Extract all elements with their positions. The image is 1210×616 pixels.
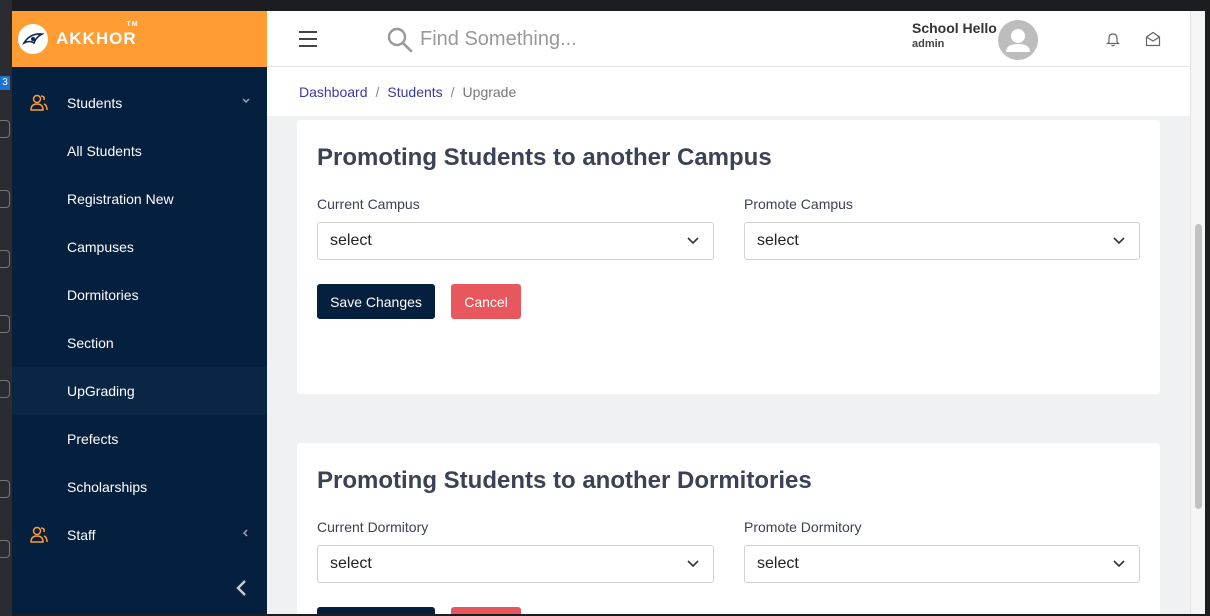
- sidebar-item-label: UpGrading: [67, 383, 135, 399]
- users-icon: [30, 94, 48, 111]
- desktop-icon: [0, 480, 10, 498]
- current-campus-select[interactable]: select: [317, 222, 714, 260]
- sidebar-nav: Students All Students Registration New C…: [12, 79, 267, 559]
- breadcrumb-separator: /: [375, 83, 380, 100]
- promote-dormitory-label: Promote Dormitory: [744, 519, 862, 535]
- sidebar-item-label: Section: [67, 335, 114, 351]
- select-value: select: [330, 555, 372, 572]
- card-title: Promoting Students to another Dormitorie…: [317, 467, 812, 494]
- sidebar-item-campuses[interactable]: Campuses: [12, 223, 267, 271]
- users-icon: [30, 526, 48, 543]
- breadcrumb-current: Upgrade: [462, 83, 517, 100]
- breadcrumb-students-link[interactable]: Students: [387, 84, 442, 100]
- trademark: TM: [126, 21, 139, 28]
- chevron-down-icon: [687, 560, 699, 568]
- search-input[interactable]: [420, 25, 720, 53]
- promote-dormitory-select[interactable]: select: [744, 545, 1140, 583]
- desktop-badge: 3: [0, 76, 10, 90]
- sidebar-item-students[interactable]: Students: [12, 79, 267, 127]
- sidebar-item-dormitories[interactable]: Dormitories: [12, 271, 267, 319]
- desktop-icon: [0, 120, 10, 138]
- sidebar-item-label: Campuses: [67, 239, 134, 255]
- desktop-edge: 3: [0, 0, 12, 616]
- sidebar: AKKHOR TM Students All Students Registrat…: [12, 11, 267, 614]
- scrollbar-thumb[interactable]: [1195, 224, 1202, 509]
- user-role: admin: [912, 38, 945, 50]
- breadcrumb: Dashboard / Students / Upgrade: [267, 67, 1190, 116]
- desktop-icon: [0, 380, 10, 398]
- current-campus-label: Current Campus: [317, 196, 420, 212]
- menu-icon[interactable]: [299, 31, 317, 47]
- brand-name: AKKHOR TM: [56, 21, 138, 49]
- sidebar-item-label: Dormitories: [67, 287, 139, 303]
- chevron-down-icon: [1113, 237, 1125, 245]
- breadcrumb-dashboard-link[interactable]: Dashboard: [299, 84, 368, 100]
- sidebar-item-label: Staff: [67, 527, 96, 543]
- collapse-sidebar-icon[interactable]: [235, 578, 249, 598]
- desktop-icon: [0, 315, 10, 333]
- desktop-icon: [0, 250, 10, 268]
- current-dormitory-select[interactable]: select: [317, 545, 714, 583]
- sidebar-item-label: Students: [67, 95, 123, 111]
- sidebar-item-label: Prefects: [67, 431, 119, 447]
- chevron-down-icon: [242, 98, 250, 103]
- cancel-dormitory-button[interactable]: [451, 607, 521, 614]
- select-value: select: [757, 232, 799, 249]
- bell-icon[interactable]: [1106, 31, 1120, 47]
- sidebar-item-staff[interactable]: Staff: [12, 511, 267, 559]
- current-dormitory-label: Current Dormitory: [317, 519, 429, 535]
- chevron-left-icon: [243, 529, 248, 537]
- promote-campus-label: Promote Campus: [744, 196, 853, 212]
- sidebar-item-scholarships[interactable]: Scholarships: [12, 463, 267, 511]
- app-window: AKKHOR TM Students All Students Registrat…: [12, 11, 1205, 614]
- mail-icon[interactable]: [1145, 31, 1161, 47]
- promote-campus-select[interactable]: select: [744, 222, 1140, 260]
- desktop-icon: [0, 190, 10, 208]
- select-value: select: [757, 555, 799, 572]
- select-value: select: [330, 232, 372, 249]
- chevron-down-icon: [1113, 560, 1125, 568]
- desktop-icon: [0, 540, 10, 558]
- dormitory-promotion-card: Promoting Students to another Dormitorie…: [297, 443, 1160, 614]
- cancel-button[interactable]: Cancel: [451, 284, 521, 319]
- sidebar-item-label: Registration New: [67, 191, 174, 207]
- topbar: School Hello admin: [267, 11, 1190, 67]
- brand-header[interactable]: AKKHOR TM: [12, 11, 267, 67]
- save-dormitory-button[interactable]: [317, 607, 435, 614]
- sidebar-item-label: Scholarships: [67, 479, 148, 495]
- sidebar-item-section[interactable]: Section: [12, 319, 267, 367]
- campus-promotion-card: Promoting Students to another Campus Cur…: [297, 120, 1160, 394]
- chevron-down-icon: [687, 237, 699, 245]
- brand-name-text: AKKHOR: [56, 29, 137, 48]
- sidebar-item-prefects[interactable]: Prefects: [12, 415, 267, 463]
- sidebar-item-upgrading[interactable]: UpGrading: [12, 367, 267, 415]
- breadcrumb-separator: /: [450, 83, 455, 100]
- avatar[interactable]: [998, 20, 1038, 60]
- logo-icon: [18, 24, 48, 54]
- user-name[interactable]: School Hello: [912, 20, 997, 36]
- user-icon: [1006, 29, 1030, 52]
- search-icon[interactable]: [387, 27, 413, 53]
- sidebar-item-all-students[interactable]: All Students: [12, 127, 267, 175]
- card-title: Promoting Students to another Campus: [317, 144, 772, 171]
- save-changes-button[interactable]: Save Changes: [317, 284, 435, 319]
- sidebar-item-registration-new[interactable]: Registration New: [12, 175, 267, 223]
- scrollbar[interactable]: [1190, 11, 1205, 614]
- sidebar-item-label: All Students: [67, 143, 142, 159]
